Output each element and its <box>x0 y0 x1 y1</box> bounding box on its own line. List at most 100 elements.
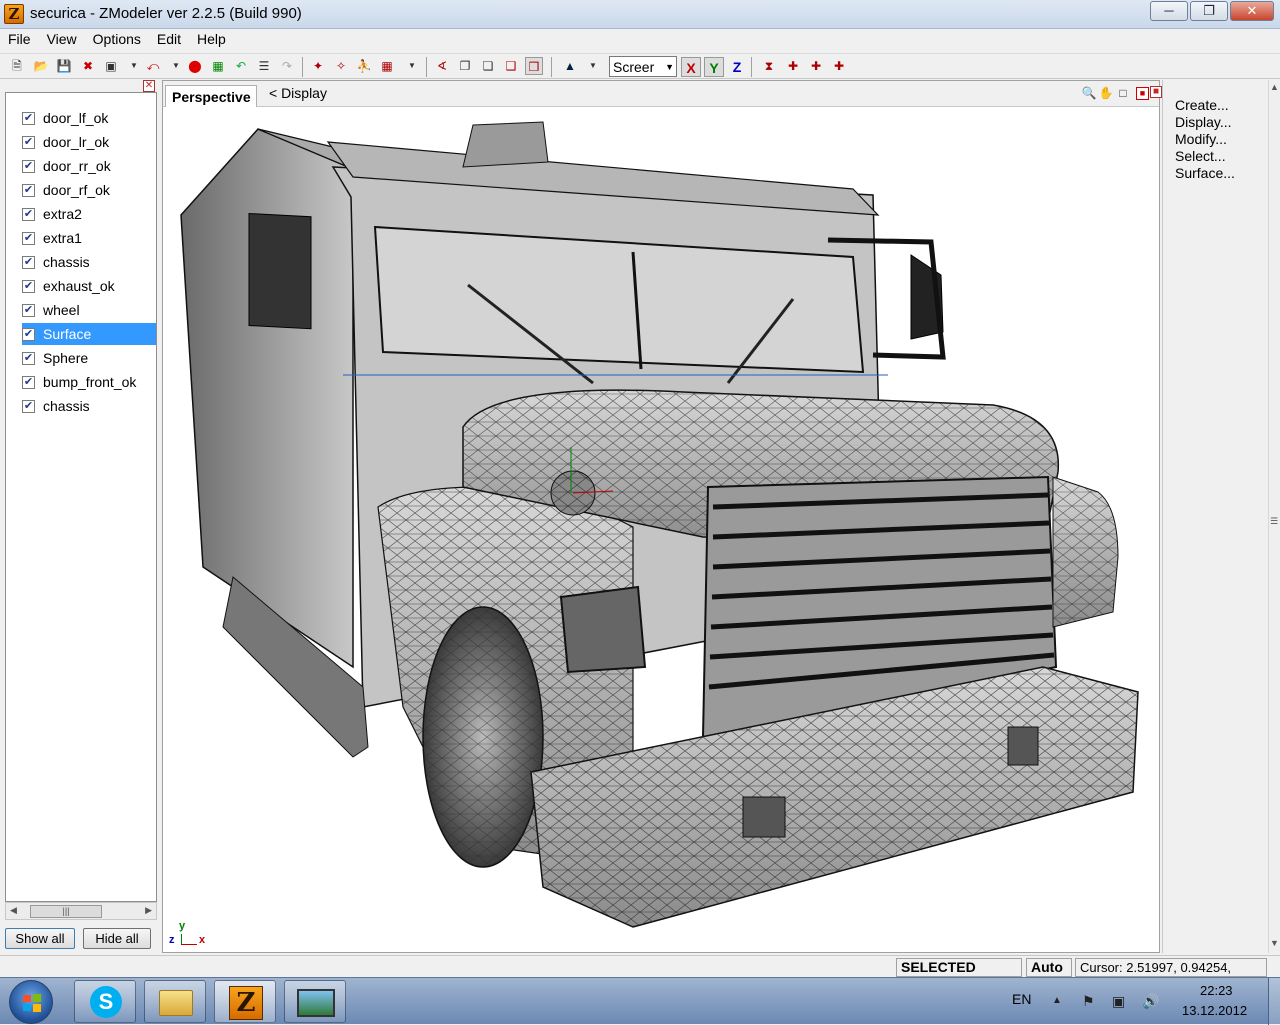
list-item[interactable]: ✔ door_rf_ok <box>22 179 156 201</box>
checkbox-checked-icon[interactable]: ✔ <box>22 208 35 221</box>
list-item[interactable]: ✔ extra2 <box>22 203 156 225</box>
scroll-right-icon[interactable]: ▶ <box>145 905 152 916</box>
menu-help[interactable]: Help <box>189 29 234 51</box>
menu-options[interactable]: Options <box>85 29 149 51</box>
dropdown-arrow-icon[interactable]: ▼ <box>403 57 421 75</box>
screen-select[interactable]: Screer ▼ <box>609 56 677 77</box>
list-item[interactable]: ✔ chassis <box>22 395 156 417</box>
clock-time[interactable]: 22:23 <box>1200 983 1233 998</box>
checkbox-checked-icon[interactable]: ✔ <box>22 160 35 173</box>
menu-view[interactable]: View <box>39 29 85 51</box>
surface-menu-item[interactable]: Surface... <box>1175 165 1235 181</box>
checkbox-checked-icon[interactable]: ✔ <box>22 184 35 197</box>
list-item-selected[interactable]: ✔ Surface <box>22 323 156 345</box>
new-file-icon[interactable]: 🗎 <box>8 57 26 75</box>
vertical-scrollbar[interactable]: ▲ ☰ ▼ <box>1268 80 1280 953</box>
checkbox-checked-icon[interactable]: ✔ <box>22 376 35 389</box>
select-vertex-icon[interactable]: ✦ <box>309 57 327 75</box>
pyramid-icon[interactable]: ▲ <box>561 57 579 75</box>
pan-hand-icon[interactable]: ✋ <box>1098 85 1114 101</box>
magnet-icon[interactable]: ⧗ <box>760 57 778 75</box>
axis-y-toggle[interactable]: Y <box>704 57 724 77</box>
axis-x-toggle[interactable]: X <box>681 57 701 77</box>
explorer-task-button[interactable] <box>144 980 206 1023</box>
network-icon[interactable]: ▣ <box>1112 993 1125 1010</box>
scroll-grip-icon[interactable]: ☰ <box>1270 516 1278 527</box>
modify-menu-item[interactable]: Modify... <box>1175 131 1227 147</box>
redo-icon[interactable]: ↷ <box>278 57 296 75</box>
zmodeler-task-button[interactable]: Z <box>214 980 276 1023</box>
list-item[interactable]: ✔ door_rr_ok <box>22 155 156 177</box>
start-button[interactable] <box>9 980 53 1024</box>
checkbox-checked-icon[interactable]: ✔ <box>22 112 35 125</box>
open-folder-icon[interactable]: 📂 <box>32 57 50 75</box>
scroll-down-icon[interactable]: ▼ <box>1270 938 1279 948</box>
checkbox-checked-icon[interactable]: ✔ <box>22 352 35 365</box>
menu-file[interactable]: File <box>0 29 39 51</box>
select-edge-icon[interactable]: ✧ <box>332 57 350 75</box>
list-item[interactable]: ✔ wheel <box>22 299 156 321</box>
list-item[interactable]: ✔ extra1 <box>22 227 156 249</box>
list-item[interactable]: ✔ Sphere <box>22 347 156 369</box>
save-icon[interactable]: 💾 <box>55 57 73 75</box>
show-desktop-button[interactable] <box>1268 978 1280 1025</box>
polyline-icon[interactable]: ∢ <box>433 57 451 75</box>
maximize-viewport-icon[interactable]: □ <box>1115 85 1131 101</box>
scroll-up-icon[interactable]: ▲ <box>1270 82 1279 92</box>
volume-icon[interactable]: 🔊 <box>1142 993 1159 1010</box>
list-item[interactable]: ✔ bump_front_ok <box>22 371 156 393</box>
zmodeler-app-icon[interactable]: Z <box>4 4 24 24</box>
display-toggle[interactable]: < Display <box>269 85 327 101</box>
show-hidden-icons-icon[interactable]: ▲ <box>1052 995 1062 1006</box>
object-list[interactable]: ✔ door_lf_ok ✔ door_lr_ok ✔ door_rr_ok ✔… <box>5 92 157 902</box>
menu-edit[interactable]: Edit <box>149 29 189 51</box>
cube-wire-icon[interactable]: ❏ <box>479 57 497 75</box>
3d-viewport-canvas[interactable]: y z x <box>163 107 1159 952</box>
close-panel-icon[interactable]: ■ <box>1150 86 1162 98</box>
cube-select-icon[interactable]: ❑ <box>502 57 520 75</box>
axis-z-toggle[interactable]: Z <box>727 57 747 77</box>
tab-perspective[interactable]: Perspective <box>165 85 257 107</box>
undo-icon[interactable]: ↶ <box>232 57 250 75</box>
notes-icon[interactable]: ☰ <box>255 57 273 75</box>
delete-icon[interactable]: ✖ <box>79 57 97 75</box>
list-item[interactable]: ✔ exhaust_ok <box>22 275 156 297</box>
auto-status[interactable]: Auto <box>1026 958 1072 977</box>
minimize-button[interactable]: ─ <box>1150 1 1188 21</box>
image-icon[interactable]: ▦ <box>209 57 227 75</box>
horizontal-scrollbar[interactable]: ◀ ||| ▶ <box>5 902 157 920</box>
close-panel-icon[interactable]: ✕ <box>143 80 155 92</box>
undo-red-icon[interactable]: ⤺ <box>144 57 162 75</box>
checkbox-checked-icon[interactable]: ✔ <box>22 232 35 245</box>
checkbox-checked-icon[interactable]: ✔ <box>22 400 35 413</box>
list-item[interactable]: ✔ chassis <box>22 251 156 273</box>
record-icon[interactable]: ⬤ <box>186 57 204 75</box>
list-item[interactable]: ✔ door_lf_ok <box>22 107 156 129</box>
axis-gizmo-icon[interactable]: ✚ <box>784 57 802 75</box>
checkbox-checked-icon[interactable]: ✔ <box>22 280 35 293</box>
image-viewer-task-button[interactable] <box>284 980 346 1023</box>
skype-task-button[interactable]: S <box>74 980 136 1023</box>
maximize-button[interactable]: ❐ <box>1190 1 1228 21</box>
scroll-left-icon[interactable]: ◀ <box>10 905 17 916</box>
checkbox-checked-icon[interactable]: ✔ <box>22 328 35 341</box>
close-button[interactable]: ✕ <box>1230 1 1274 21</box>
create-menu-item[interactable]: Create... <box>1175 97 1229 113</box>
checkbox-checked-icon[interactable]: ✔ <box>22 136 35 149</box>
cube-active-icon[interactable]: ❒ <box>525 57 543 75</box>
list-item[interactable]: ✔ door_lr_ok <box>22 131 156 153</box>
display-menu-item[interactable]: Display... <box>1175 114 1232 130</box>
dropdown-arrow-icon[interactable]: ▼ <box>125 57 143 75</box>
scroll-thumb[interactable]: ||| <box>30 905 102 918</box>
dropdown-arrow-icon[interactable]: ▼ <box>584 57 602 75</box>
axis-gizmo-2-icon[interactable]: ✚ <box>807 57 825 75</box>
checkbox-checked-icon[interactable]: ✔ <box>22 304 35 317</box>
show-all-button[interactable]: Show all <box>5 928 75 949</box>
axis-gizmo-3-icon[interactable]: ✚ <box>830 57 848 75</box>
checkbox-checked-icon[interactable]: ✔ <box>22 256 35 269</box>
transform-icon[interactable]: ▦ <box>378 57 396 75</box>
cube-icon[interactable]: ❐ <box>456 57 474 75</box>
export-icon[interactable]: ▣ <box>102 57 120 75</box>
action-center-flag-icon[interactable]: ⚑ <box>1082 993 1095 1010</box>
clock-date[interactable]: 13.12.2012 <box>1182 1003 1247 1018</box>
